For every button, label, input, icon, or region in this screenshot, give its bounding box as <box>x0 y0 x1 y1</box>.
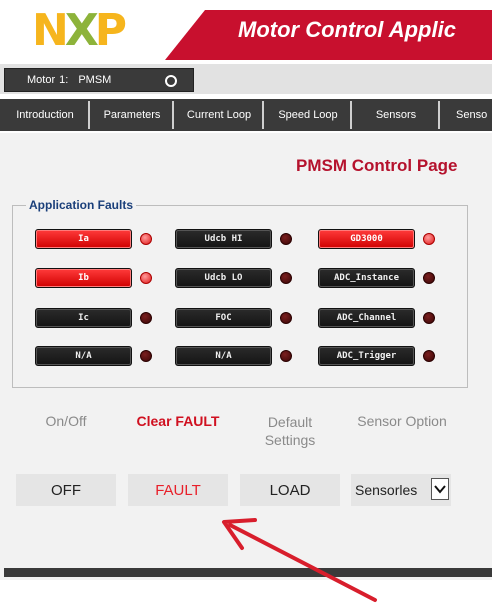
arrow-icon <box>222 518 377 602</box>
